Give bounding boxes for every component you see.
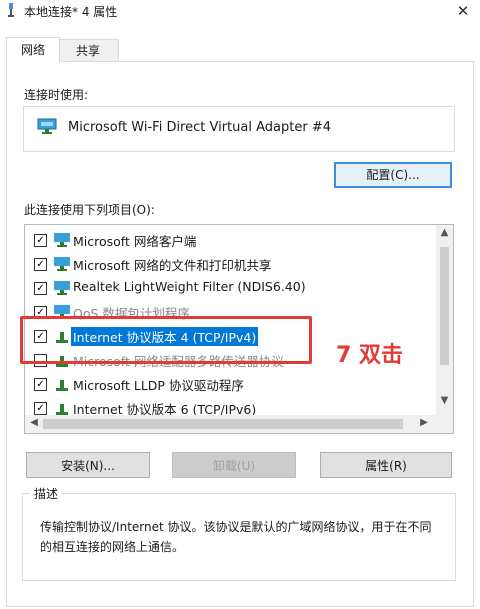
chevron-down-icon[interactable]: ▼ bbox=[436, 395, 453, 411]
list-item[interactable]: ✓ Realtek LightWeight Filter (NDIS6.40) bbox=[25, 277, 435, 299]
description-legend: 描述 bbox=[30, 485, 63, 502]
title-bar: 本地连接* 4 属性 ✕ bbox=[0, 0, 480, 22]
connect-using-label: 连接时使用: bbox=[24, 88, 89, 102]
window-title: 本地连接* 4 属性 bbox=[24, 5, 118, 19]
list-item-label: Microsoft 网络客户端 bbox=[73, 234, 197, 249]
close-button[interactable]: ✕ bbox=[448, 0, 478, 22]
adapter-box: Microsoft Wi-Fi Direct Virtual Adapter #… bbox=[23, 106, 455, 152]
list-item-label: Microsoft LLDP 协议驱动程序 bbox=[73, 378, 244, 393]
chevron-up-icon[interactable]: ▲ bbox=[436, 227, 453, 243]
network-service-icon bbox=[54, 257, 70, 271]
install-button[interactable]: 安装(N)... bbox=[26, 452, 150, 478]
checkbox[interactable]: ✓ bbox=[34, 282, 47, 295]
description-text: 传输控制协议/Internet 协议。该协议是默认的广域网络协议，用于在不同的相… bbox=[40, 520, 432, 554]
list-item[interactable]: ✓ Microsoft 网络的文件和打印机共享 bbox=[25, 253, 435, 275]
network-adapter-icon bbox=[37, 118, 57, 134]
checkbox[interactable]: ✓ bbox=[34, 234, 47, 247]
network-connection-icon bbox=[8, 3, 14, 17]
tab-network[interactable]: 网络 bbox=[6, 37, 60, 63]
checkbox[interactable]: ✓ bbox=[34, 258, 47, 271]
scroll-thumb[interactable] bbox=[43, 419, 403, 429]
checkbox[interactable]: ✓ bbox=[34, 402, 47, 415]
chevron-left-icon[interactable]: ◀ bbox=[27, 417, 41, 431]
configure-button[interactable]: 配置(C)... bbox=[334, 162, 452, 188]
annotation-highlight-box bbox=[20, 316, 312, 364]
horizontal-scrollbar[interactable]: ◀ ▶ bbox=[25, 415, 453, 433]
annotation-label: 7 双击 bbox=[336, 343, 403, 368]
list-item-label: Realtek LightWeight Filter (NDIS6.40) bbox=[73, 279, 306, 294]
list-item[interactable]: ✓ Microsoft 网络客户端 bbox=[25, 229, 435, 251]
list-item-label: Microsoft 网络的文件和打印机共享 bbox=[73, 258, 272, 273]
vertical-scrollbar[interactable]: ▲ ▼ bbox=[436, 225, 453, 415]
checkbox[interactable]: ✓ bbox=[34, 378, 47, 391]
adapter-name: Microsoft Wi-Fi Direct Virtual Adapter #… bbox=[68, 120, 331, 135]
network-client-icon bbox=[54, 233, 70, 247]
scroll-thumb[interactable] bbox=[440, 247, 449, 365]
tab-sharing[interactable]: 共享 bbox=[58, 39, 119, 63]
list-item[interactable]: ✓ Microsoft LLDP 协议驱动程序 bbox=[25, 373, 435, 395]
protocol-icon bbox=[56, 404, 68, 415]
items-label: 此连接使用下列项目(O): bbox=[24, 203, 155, 217]
chevron-right-icon[interactable]: ▶ bbox=[417, 417, 431, 431]
properties-button[interactable]: 属性(R) bbox=[320, 452, 452, 478]
uninstall-button[interactable]: 卸载(U) bbox=[172, 452, 296, 478]
protocol-icon bbox=[56, 380, 68, 391]
network-filter-icon bbox=[54, 281, 70, 295]
